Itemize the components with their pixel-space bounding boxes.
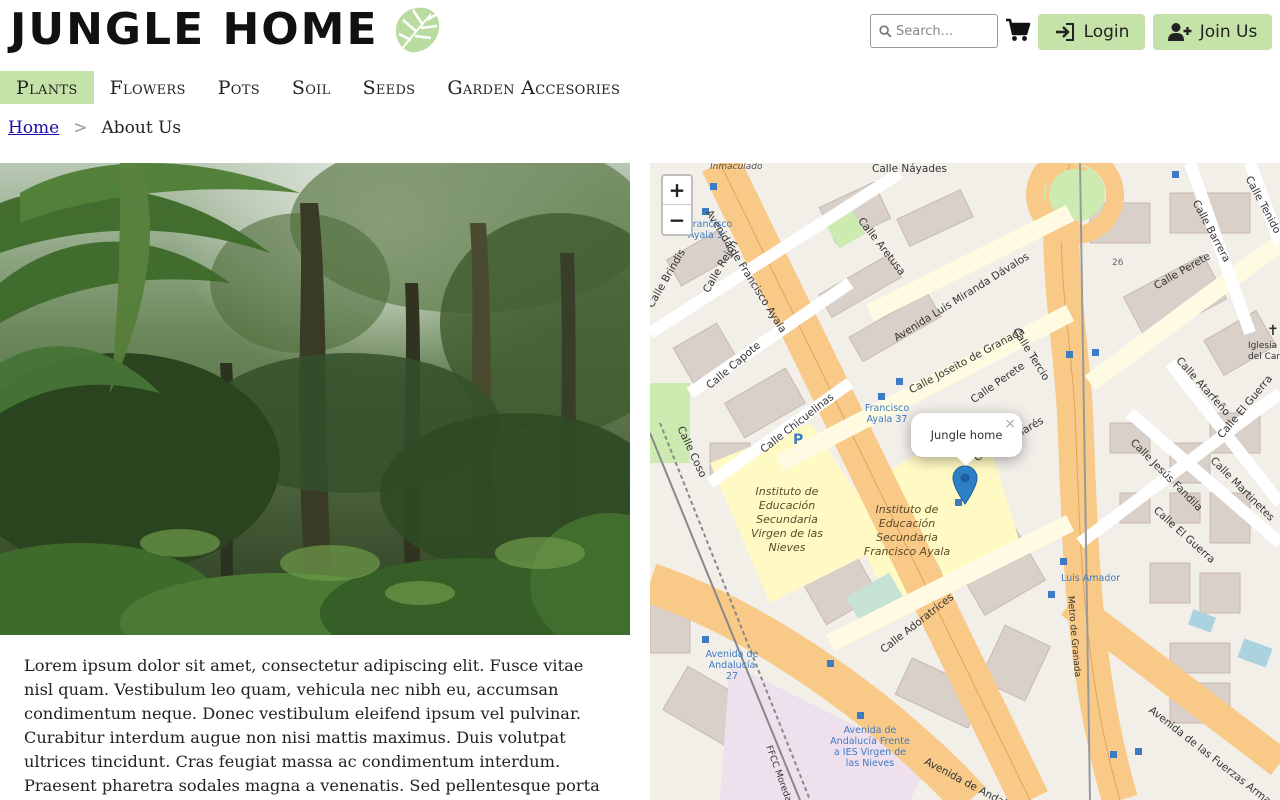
bus-stop-label: Avenida de Andalucía 27 — [705, 649, 759, 682]
marker-popup: Jungle home × — [911, 413, 1022, 466]
bus-stop-label: Francisco Ayala 3 — [688, 219, 733, 241]
school-label: Instituto de Educación Secundaria Franci… — [863, 503, 951, 558]
bus-stop-label: Avenida de Andalucía Frente a IES Virgen… — [830, 725, 910, 769]
site-logo[interactable]: JUNGLE HOME — [10, 4, 443, 56]
school-label: Instituto de Educación Secundaria Virgen… — [750, 485, 824, 554]
breadcrumb: Home > About Us — [8, 118, 181, 138]
popup-text: Jungle home — [930, 428, 1003, 442]
brand-name: JUNGLE HOME — [10, 4, 379, 55]
site-header: JUNGLE HOME Login Join Us — [0, 0, 1280, 64]
nav-item-pots[interactable]: Pots — [202, 71, 276, 104]
bus-stop-label: Francisco Ayala 37 — [864, 403, 910, 425]
location-map[interactable]: P ✝ Calle Náyades Avenida de Francisco A… — [650, 163, 1280, 800]
login-label: Login — [1083, 22, 1130, 42]
place-label: Iglesia del Car — [1248, 341, 1280, 362]
nav-item-soil[interactable]: Soil — [276, 71, 347, 104]
zoom-control: + − — [661, 174, 693, 236]
breadcrumb-separator: > — [73, 118, 88, 138]
nav-item-garden-accesories[interactable]: Garden Accesories — [431, 71, 636, 104]
user-plus-icon — [1167, 23, 1192, 41]
join-us-button[interactable]: Join Us — [1153, 14, 1272, 50]
join-us-label: Join Us — [1199, 22, 1258, 42]
svg-text:P: P — [793, 432, 803, 448]
search-icon — [879, 24, 892, 38]
breadcrumb-current: About Us — [101, 118, 182, 138]
sign-in-icon — [1055, 23, 1074, 41]
monstera-leaf-icon — [395, 7, 439, 53]
street-label: Calle Náyades — [872, 163, 947, 175]
breadcrumb-home-link[interactable]: Home — [8, 118, 59, 138]
svg-text:✝: ✝ — [1267, 323, 1279, 339]
search-input[interactable] — [896, 23, 992, 39]
nav-item-plants[interactable]: Plants — [0, 71, 94, 104]
map-marker-icon[interactable] — [952, 465, 978, 505]
category-nav: Plants Flowers Pots Soil Seeds Garden Ac… — [0, 71, 636, 104]
place-label: Inmaculado — [710, 163, 763, 172]
about-us-text: Lorem ipsum dolor sit amet, consectetur … — [24, 656, 600, 795]
search-field[interactable] — [870, 14, 998, 48]
house-number-label: 26 — [1112, 258, 1124, 268]
login-button[interactable]: Login — [1038, 14, 1145, 50]
nav-item-flowers[interactable]: Flowers — [94, 71, 202, 104]
popup-close-button[interactable]: × — [1004, 416, 1016, 432]
shopping-cart-icon[interactable] — [1005, 18, 1031, 42]
jungle-photo — [0, 163, 630, 635]
zoom-in-button[interactable]: + — [663, 176, 691, 205]
bus-stop-label: Luis Amador — [1061, 573, 1121, 584]
zoom-out-button[interactable]: − — [663, 205, 691, 234]
nav-item-seeds[interactable]: Seeds — [347, 71, 432, 104]
